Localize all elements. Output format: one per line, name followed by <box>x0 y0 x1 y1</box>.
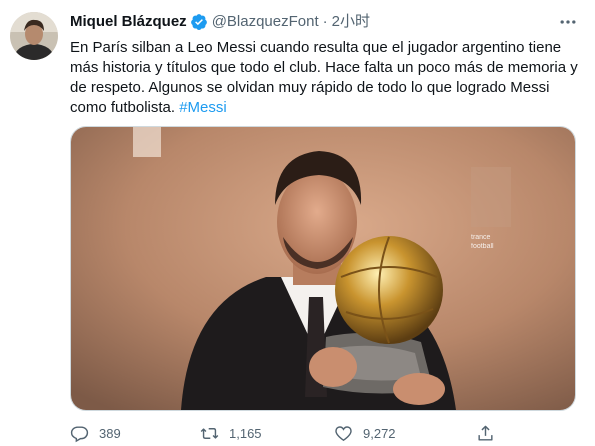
retweet-icon <box>200 427 219 439</box>
avatar[interactable] <box>10 12 58 60</box>
retweet-button[interactable]: 1,165 <box>200 420 262 446</box>
heart-icon <box>335 425 352 441</box>
banner-text-line: trance <box>471 234 491 241</box>
author-handle[interactable]: @BlazquezFont <box>212 12 319 32</box>
separator-dot: · <box>322 13 328 30</box>
more-options-icon[interactable] <box>555 12 581 32</box>
tweet-timestamp[interactable]: 2小时 <box>332 12 370 32</box>
verified-badge-icon <box>190 13 208 31</box>
tweet[interactable]: Miquel Blázquez @BlazquezFont · 2小时 En P… <box>0 0 595 445</box>
retweet-count: 1,165 <box>229 425 262 441</box>
like-count: 9,272 <box>363 425 396 441</box>
tweet-actions: 389 1,165 9,272 <box>62 420 532 446</box>
banner-text-line: football <box>471 243 494 250</box>
share-icon <box>478 425 493 441</box>
like-button[interactable]: 9,272 <box>334 420 396 446</box>
reply-count: 389 <box>99 425 121 441</box>
reply-button[interactable]: 389 <box>70 420 121 446</box>
tweet-header: Miquel Blázquez @BlazquezFont · 2小时 <box>70 12 370 32</box>
tweet-photo[interactable]: trance football <box>70 126 576 411</box>
reply-icon <box>70 425 89 442</box>
share-button[interactable] <box>476 420 505 446</box>
author-display-name[interactable]: Miquel Blázquez <box>70 12 187 32</box>
tweet-text: En París silban a Leo Messi cuando resul… <box>70 38 585 118</box>
hashtag-link[interactable]: #Messi <box>179 99 227 116</box>
tweet-body: En París silban a Leo Messi cuando resul… <box>70 39 578 116</box>
